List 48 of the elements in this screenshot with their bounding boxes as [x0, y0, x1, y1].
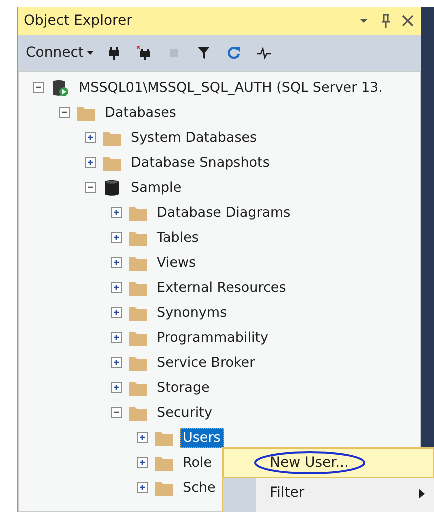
expand-icon[interactable]	[111, 332, 122, 343]
refresh-icon	[226, 46, 241, 60]
tree-item[interactable]: Role	[180, 452, 216, 472]
expand-icon[interactable]	[137, 482, 148, 493]
expand-icon[interactable]	[137, 457, 148, 468]
plug-icon	[136, 46, 151, 60]
server-icon	[50, 78, 70, 96]
expand-icon[interactable]	[111, 257, 122, 268]
tree-item[interactable]: Programmability	[154, 328, 272, 348]
collapse-icon[interactable]	[33, 82, 44, 93]
tree-item[interactable]: Users	[180, 428, 224, 448]
collapse-icon[interactable]	[85, 182, 96, 193]
tree-item[interactable]: External Resources	[154, 278, 290, 298]
expand-icon[interactable]	[111, 207, 122, 218]
tree-item[interactable]: Views	[154, 252, 200, 272]
plug-icon	[106, 46, 121, 60]
close-icon[interactable]	[401, 14, 415, 28]
database-icon	[102, 178, 122, 196]
tree-item[interactable]: Databases	[102, 102, 180, 122]
tree-item[interactable]: Sche	[180, 478, 219, 498]
expand-icon[interactable]	[111, 307, 122, 318]
tree-item[interactable]: Security	[154, 402, 216, 422]
expand-icon[interactable]	[85, 132, 96, 143]
tree-item[interactable]: MSSQL01\MSSQL_SQL_AUTH (SQL Server 13.	[76, 78, 386, 98]
tree-item[interactable]: Database Diagrams	[154, 202, 294, 222]
tree-item[interactable]: Sample	[128, 178, 185, 198]
expand-icon[interactable]	[111, 232, 122, 243]
tree-item[interactable]: Service Broker	[154, 352, 258, 372]
tree-item[interactable]: Database Snapshots	[128, 152, 273, 172]
panel-title: Object Explorer	[24, 13, 134, 29]
expand-icon[interactable]	[85, 157, 96, 168]
tree-item[interactable]: System Databases	[128, 128, 260, 148]
connect-button[interactable]: Connect	[24, 43, 96, 63]
tree-item[interactable]: Synonyms	[154, 302, 230, 322]
expand-icon[interactable]	[111, 282, 122, 293]
collapse-icon[interactable]	[59, 107, 70, 118]
expand-icon[interactable]	[111, 357, 122, 368]
activity-icon	[256, 46, 271, 60]
expand-icon[interactable]	[111, 382, 122, 393]
menu-item[interactable]: New User...	[223, 448, 434, 478]
expand-icon[interactable]	[137, 432, 148, 443]
pin-icon[interactable]	[379, 14, 393, 28]
tree-item[interactable]: Tables	[154, 228, 202, 248]
menu-item[interactable]: Filter	[223, 478, 434, 508]
caret-icon	[86, 51, 94, 55]
collapse-icon[interactable]	[111, 407, 122, 418]
filter-icon	[196, 46, 211, 60]
tree-item[interactable]: Storage	[154, 378, 213, 398]
